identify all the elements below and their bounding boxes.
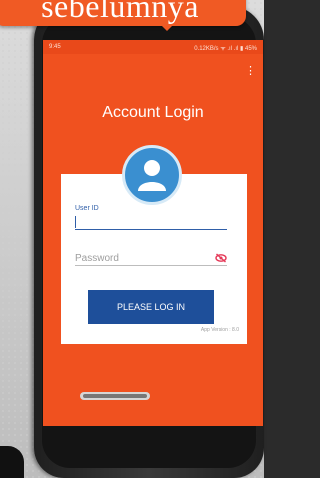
visibility-off-icon[interactable] <box>215 253 227 263</box>
more-vert-icon[interactable]: ⋮ <box>245 64 256 78</box>
login-button[interactable]: PLEASE LOG IN <box>88 290 214 324</box>
status-time: 9:45 <box>49 44 61 50</box>
password-field[interactable] <box>75 251 227 266</box>
userid-field[interactable] <box>75 215 227 230</box>
home-button-indicator <box>83 394 147 398</box>
status-bar: 9:45 0.12KB/s ᯤ .ıl .ıl ▮ 45% <box>43 40 263 54</box>
app-screen: 9:45 0.12KB/s ᯤ .ıl .ıl ▮ 45% ⋮ Account … <box>43 40 263 426</box>
avatar <box>122 145 182 205</box>
text-caret <box>75 216 76 228</box>
userid-label: User ID <box>75 205 99 212</box>
banner-caption: sebelumnya <box>0 0 246 26</box>
page-title: Account Login <box>102 104 204 121</box>
banner-tail <box>160 24 174 31</box>
status-indicators: 0.12KB/s ᯤ .ıl .ıl ▮ 45% <box>194 46 257 52</box>
user-icon <box>138 160 166 191</box>
app-version: App Version : 8.0 <box>200 327 239 333</box>
